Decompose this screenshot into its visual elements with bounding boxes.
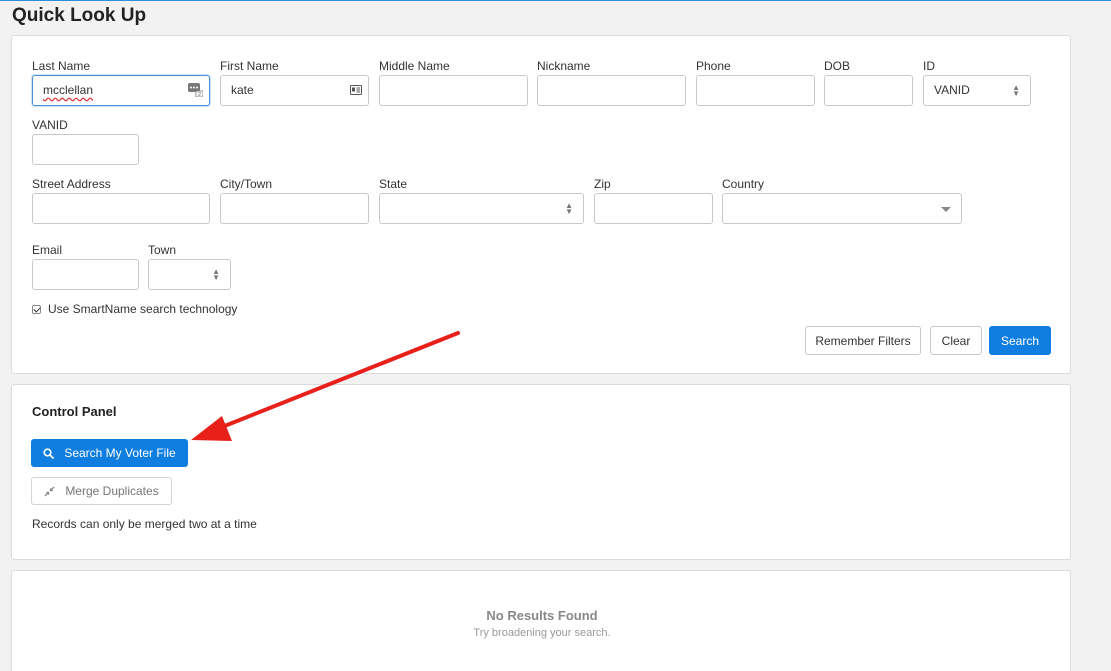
state-select[interactable]: ▲ ▼ (379, 193, 584, 224)
search-my-voter-file-label: Search My Voter File (64, 446, 176, 460)
chevron-updown-icon: ▲ ▼ (565, 201, 573, 216)
state-field: State ▲ ▼ (379, 177, 584, 224)
dob-field: DOB (824, 59, 913, 106)
top-accent-line (0, 0, 1111, 1)
email-field: Email (32, 243, 139, 290)
svg-text:2: 2 (198, 92, 201, 97)
city-field: City/Town (220, 177, 369, 224)
middle-name-field: Middle Name (379, 59, 528, 106)
last-name-label: Last Name (32, 59, 91, 73)
search-my-voter-file-button[interactable]: Search My Voter File (31, 439, 188, 467)
last-name-field: Last Name mcclellan 2 (32, 59, 210, 106)
smartname-checkbox[interactable] (32, 304, 41, 314)
first-name-label: First Name (220, 59, 279, 73)
town-select[interactable]: ▲ ▼ (148, 259, 231, 290)
nickname-field: Nickname (537, 59, 686, 106)
vanid-label: VANID (32, 118, 68, 132)
id-select-value: VANID (934, 83, 970, 97)
town-field: Town ▲ ▼ (148, 243, 231, 290)
street-address-label: Street Address (32, 177, 111, 191)
phone-label: Phone (696, 59, 731, 73)
control-panel-title: Control Panel (32, 404, 117, 419)
search-icon (43, 447, 55, 459)
id-label: ID (923, 59, 935, 73)
city-label: City/Town (220, 177, 273, 191)
remember-filters-button[interactable]: Remember Filters (805, 326, 921, 355)
street-address-input[interactable] (32, 193, 210, 224)
contact-card-icon[interactable] (350, 85, 362, 95)
chevron-updown-icon: ▲ ▼ (212, 267, 220, 282)
vanid-input[interactable] (32, 134, 139, 165)
merge-duplicates-label: Merge Duplicates (65, 484, 159, 498)
chevron-updown-icon: ▲ ▼ (1012, 83, 1020, 98)
smartname-option[interactable]: Use SmartName search technology (32, 302, 237, 316)
lookup-panel: Last Name mcclellan 2 First Name kate Mi… (11, 35, 1071, 374)
first-name-input[interactable]: kate (220, 75, 369, 106)
id-field: ID VANID ▲ ▼ (923, 59, 1031, 106)
dots-badge-icon[interactable]: 2 (188, 83, 203, 97)
town-label: Town (148, 243, 177, 257)
last-name-input[interactable]: mcclellan 2 (32, 75, 210, 106)
zip-label: Zip (594, 177, 611, 191)
nickname-input[interactable] (537, 75, 686, 106)
country-field: Country (722, 177, 962, 224)
merge-duplicates-button[interactable]: Merge Duplicates (31, 477, 172, 505)
zip-input[interactable] (594, 193, 713, 224)
caret-down-icon (941, 207, 951, 212)
phone-input[interactable] (696, 75, 815, 106)
last-name-value: mcclellan (43, 83, 94, 97)
phone-field: Phone (696, 59, 815, 106)
street-address-field: Street Address (32, 177, 210, 224)
no-results-subtitle: Try broadening your search. (473, 627, 611, 639)
country-label: Country (722, 177, 765, 191)
dob-input[interactable] (824, 75, 913, 106)
first-name-value: kate (231, 83, 254, 97)
state-label: State (379, 177, 408, 191)
vanid-field: VANID (32, 118, 139, 165)
merge-note: Records can only be merged two at a time (32, 517, 257, 531)
nickname-label: Nickname (537, 59, 591, 73)
first-name-field: First Name kate (220, 59, 369, 106)
middle-name-input[interactable] (379, 75, 528, 106)
clear-button[interactable]: Clear (930, 326, 982, 355)
email-label: Email (32, 243, 63, 257)
middle-name-label: Middle Name (379, 59, 450, 73)
results-panel: No Results Found Try broadening your sea… (11, 570, 1071, 671)
smartname-label: Use SmartName search technology (48, 302, 238, 316)
page-title: Quick Look Up (12, 5, 147, 26)
zip-field: Zip (594, 177, 713, 224)
search-button[interactable]: Search (989, 326, 1051, 355)
merge-icon (44, 486, 55, 496)
id-select[interactable]: VANID ▲ ▼ (923, 75, 1031, 106)
email-input[interactable] (32, 259, 139, 290)
country-select[interactable] (722, 193, 962, 224)
no-results-title: No Results Found (486, 608, 598, 623)
dob-label: DOB (824, 59, 851, 73)
city-input[interactable] (220, 193, 369, 224)
control-panel: Control Panel Search My Voter File Merge… (11, 384, 1071, 560)
